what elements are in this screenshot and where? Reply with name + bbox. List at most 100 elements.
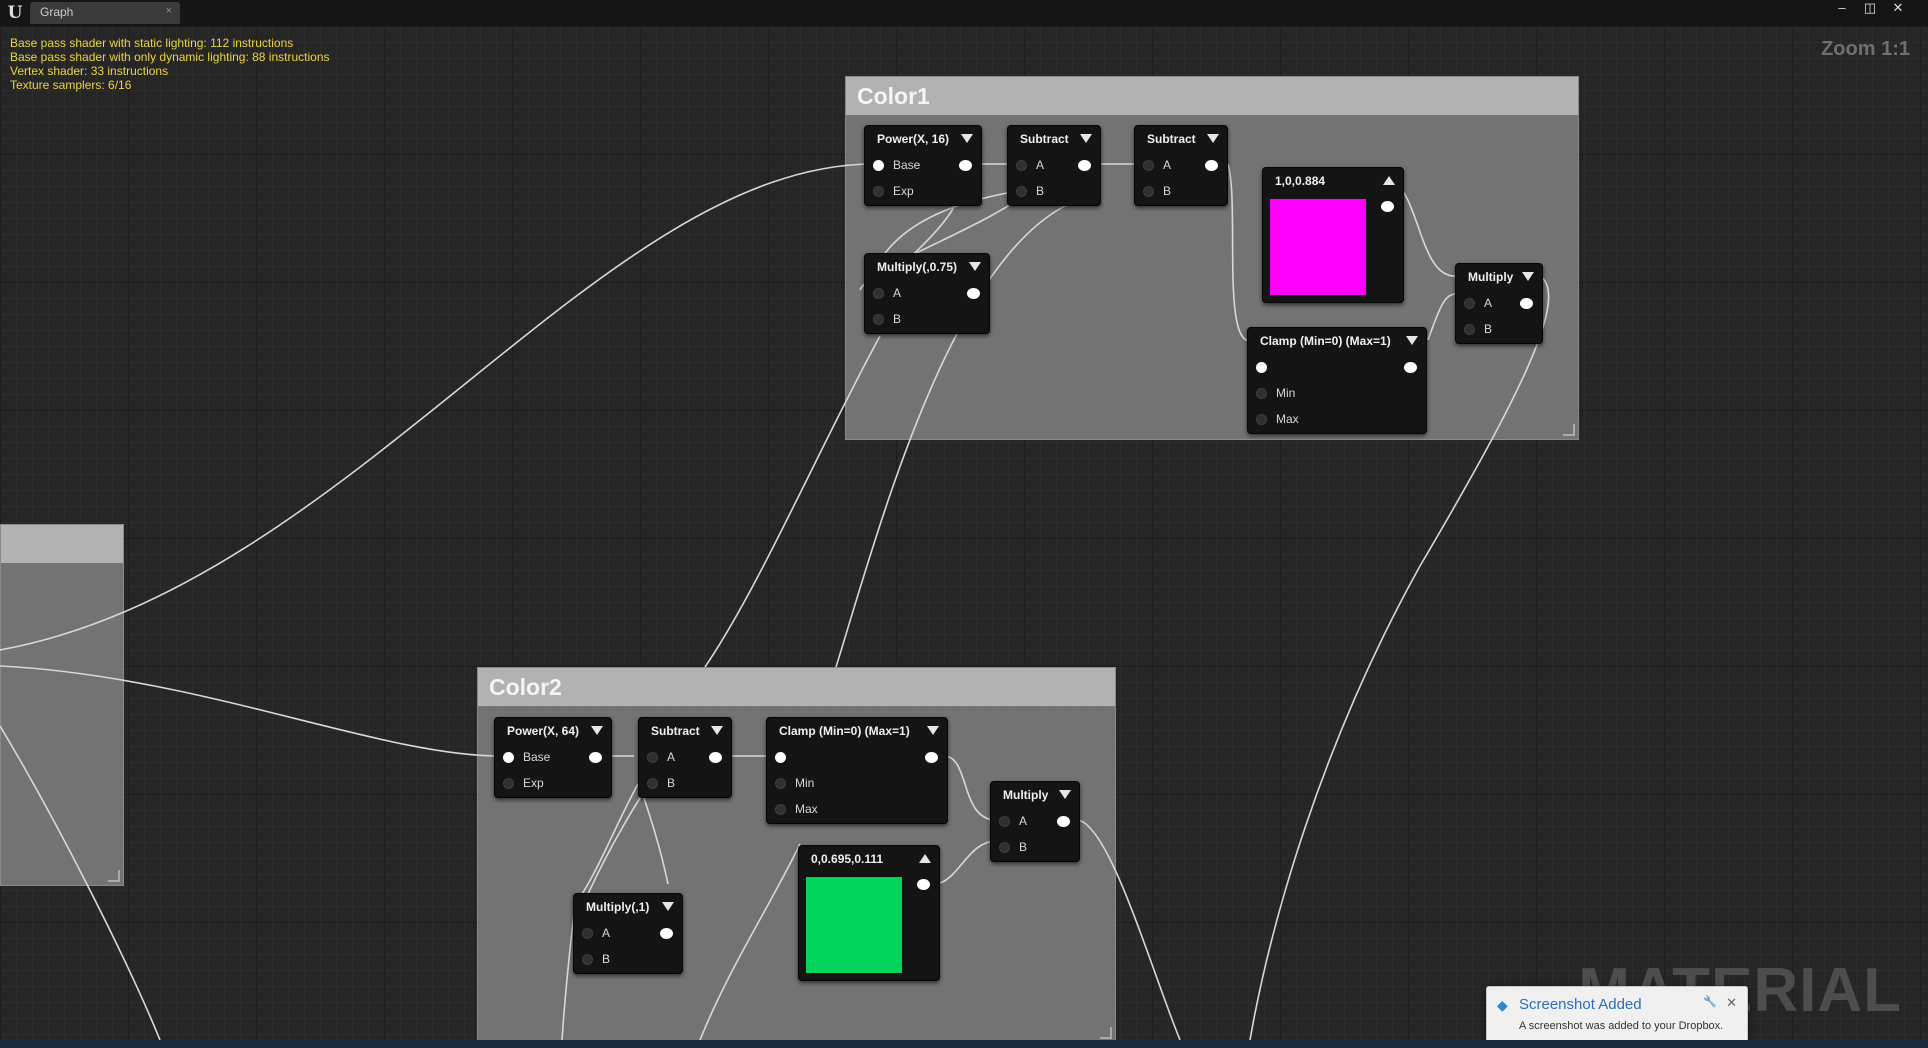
input-pin[interactable] <box>1143 186 1154 197</box>
collapse-arrow-icon[interactable] <box>919 854 931 863</box>
collapse-arrow-icon[interactable] <box>1383 176 1395 185</box>
input-pin[interactable] <box>503 778 514 789</box>
input-pin[interactable] <box>775 752 786 763</box>
output-pin[interactable] <box>925 752 938 763</box>
collapse-arrow-icon[interactable] <box>1406 336 1418 345</box>
input-pin[interactable] <box>775 804 786 815</box>
node-constant-magenta[interactable]: 1,0,0.884 <box>1262 167 1404 303</box>
output-pin[interactable] <box>917 879 930 890</box>
output-pin[interactable] <box>1381 201 1394 212</box>
node-title: Multiply <box>1003 788 1049 802</box>
dropbox-notification[interactable]: ◆ Screenshot Added 🔧 ✕ A screenshot was … <box>1486 986 1748 1042</box>
pin-label: B <box>602 952 611 966</box>
input-pin[interactable] <box>1143 160 1154 171</box>
collapse-arrow-icon[interactable] <box>591 726 603 735</box>
input-pin[interactable] <box>1256 388 1267 399</box>
restore-button[interactable]: ◫ <box>1858 1 1882 15</box>
pin-label: Min <box>1276 386 1296 400</box>
collapse-arrow-icon[interactable] <box>1059 790 1071 799</box>
node-title: Power(X, 16) <box>877 132 950 146</box>
input-pin[interactable] <box>647 752 658 763</box>
node-subtract[interactable]: Subtract A B <box>1134 125 1228 206</box>
wire <box>587 783 651 895</box>
tab-graph[interactable]: Graph × <box>30 2 180 24</box>
minimize-button[interactable]: – <box>1830 1 1854 15</box>
taskbar <box>0 1040 1928 1048</box>
color-swatch <box>1270 199 1366 295</box>
node-power-16[interactable]: Power(X, 16) Base Exp <box>864 125 982 206</box>
node-multiply[interactable]: Multiply A B <box>1455 263 1543 344</box>
input-pin[interactable] <box>1464 324 1475 335</box>
node-subtract[interactable]: Subtract A B <box>638 717 732 798</box>
input-pin[interactable] <box>775 778 786 789</box>
input-pin[interactable] <box>1256 362 1267 373</box>
pin-label: Base <box>893 158 921 172</box>
input-pin[interactable] <box>873 186 884 197</box>
input-pin[interactable] <box>873 314 884 325</box>
wire <box>0 665 501 757</box>
collapse-arrow-icon[interactable] <box>1207 134 1219 143</box>
unreal-logo-icon: U <box>7 3 23 23</box>
node-multiply[interactable]: Multiply A B <box>990 781 1080 862</box>
collapse-arrow-icon[interactable] <box>662 902 674 911</box>
pin-label: B <box>1484 322 1493 336</box>
notification-body: A screenshot was added to your Dropbox. <box>1519 1020 1724 1032</box>
input-pin[interactable] <box>999 842 1010 853</box>
pin-icon[interactable]: 🔧 <box>1703 995 1717 1008</box>
input-pin[interactable] <box>647 778 658 789</box>
close-window-button[interactable]: ✕ <box>1886 1 1910 15</box>
input-pin[interactable] <box>873 160 884 171</box>
input-pin[interactable] <box>873 288 884 299</box>
wire <box>943 755 997 821</box>
output-pin[interactable] <box>660 928 673 939</box>
collapse-arrow-icon[interactable] <box>927 726 939 735</box>
color-swatch <box>806 877 902 973</box>
output-pin[interactable] <box>1520 298 1533 309</box>
node-title: Power(X, 64) <box>507 724 580 738</box>
pin-label: A <box>1019 814 1028 828</box>
node-clamp[interactable]: Clamp (Min=0) (Max=1) Min Max <box>766 717 948 824</box>
output-pin[interactable] <box>589 752 602 763</box>
pin-label: B <box>1036 184 1045 198</box>
pin-label: Exp <box>523 776 544 790</box>
node-multiply-1[interactable]: Multiply(,1) A B <box>573 893 683 974</box>
input-pin[interactable] <box>999 816 1010 827</box>
node-subtract[interactable]: Subtract A B <box>1007 125 1101 206</box>
input-pin[interactable] <box>582 928 593 939</box>
material-graph-canvas[interactable]: Base pass shader with static lighting: 1… <box>0 26 1928 1040</box>
node-power-64[interactable]: Power(X, 64) Base Exp <box>494 717 612 798</box>
output-pin[interactable] <box>1057 816 1070 827</box>
input-pin[interactable] <box>1464 298 1475 309</box>
close-icon[interactable]: ✕ <box>1726 995 1737 1011</box>
collapse-arrow-icon[interactable] <box>1080 134 1092 143</box>
node-constant-green[interactable]: 0,0.695,0.111 <box>798 845 940 981</box>
pin-label: Max <box>1276 412 1299 426</box>
notification-title: Screenshot Added <box>1519 996 1642 1013</box>
output-pin[interactable] <box>1205 160 1218 171</box>
pin-label: B <box>1019 840 1028 854</box>
collapse-arrow-icon[interactable] <box>961 134 973 143</box>
collapse-arrow-icon[interactable] <box>969 262 981 271</box>
output-pin[interactable] <box>1404 362 1417 373</box>
output-pin[interactable] <box>709 752 722 763</box>
node-title: 0,0.695,0.111 <box>811 852 884 866</box>
node-multiply-075[interactable]: Multiply(,0.75) A B <box>864 253 990 334</box>
input-pin[interactable] <box>582 954 593 965</box>
input-pin[interactable] <box>1256 414 1267 425</box>
output-pin[interactable] <box>967 288 980 299</box>
pin-label: B <box>1163 184 1172 198</box>
node-title: Clamp (Min=0) (Max=1) <box>779 724 910 738</box>
collapse-arrow-icon[interactable] <box>1522 272 1534 281</box>
collapse-arrow-icon[interactable] <box>711 726 723 735</box>
output-pin[interactable] <box>1078 160 1091 171</box>
tab-label: Graph <box>40 5 74 19</box>
output-pin[interactable] <box>959 160 972 171</box>
pin-label: A <box>1036 158 1045 172</box>
tab-close-icon[interactable]: × <box>166 5 172 17</box>
input-pin[interactable] <box>503 752 514 763</box>
node-clamp[interactable]: Clamp (Min=0) (Max=1) Min Max <box>1247 327 1427 434</box>
input-pin[interactable] <box>1016 186 1027 197</box>
input-pin[interactable] <box>1016 160 1027 171</box>
node-title: Subtract <box>1147 132 1196 146</box>
node-title: Multiply(,1) <box>586 900 650 914</box>
